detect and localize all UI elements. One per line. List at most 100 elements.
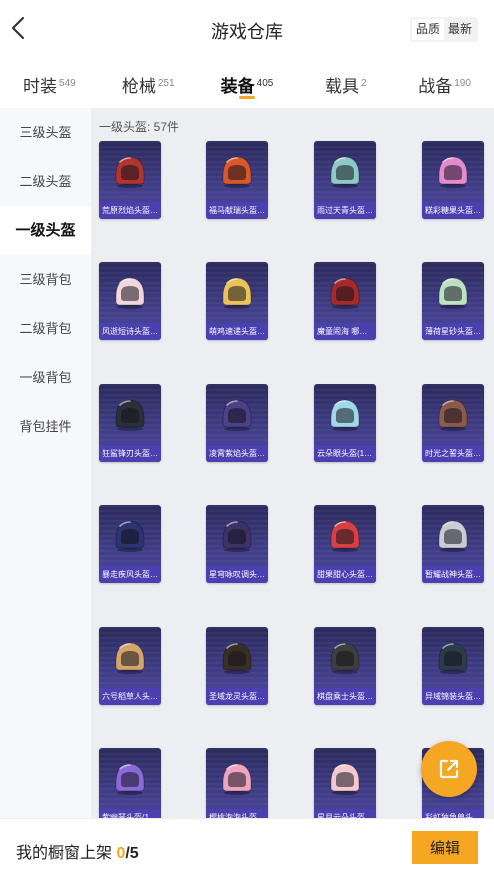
item-card[interactable]: 凌霄紫焰头盔(1级) [206, 383, 268, 462]
item-card[interactable]: 狂鲨锋刃头盔(1级) [99, 383, 161, 462]
tab-count: 2 [361, 77, 367, 89]
helmet-icon [222, 520, 252, 553]
tab-vehicles[interactable]: 载具 2 [296, 58, 395, 108]
showcase-status: 我的橱窗上架 0/5 [16, 839, 139, 863]
sidebar-item-backpack-lv3[interactable]: 三级背包 [0, 255, 91, 304]
helmet-icon [222, 642, 252, 674]
tab-fashion[interactable]: 时装 549 [0, 58, 99, 108]
item-name: 风逝短诗头盔(1级) [99, 323, 161, 341]
tab-label: 枪械 [121, 77, 156, 96]
item-card[interactable]: 棋盘乘士头盔(1级) [314, 626, 376, 705]
helmet-icon [330, 277, 360, 310]
item-name: 异域锦装头盔(1级) [422, 687, 484, 705]
item-card[interactable]: 薄荷星砂头盔(1级) [422, 262, 484, 341]
item-name: 彩虹独角兽头盔(1级) [422, 809, 484, 818]
item-card[interactable]: 风逝短诗头盔(1级) [99, 262, 161, 341]
sidebar-item-helmet-lv3[interactable]: 三级头盔 [0, 108, 91, 157]
item-card[interactable]: 萌鸡速递头盔(1级) [206, 262, 268, 341]
helmet-icon [222, 399, 252, 431]
item-card[interactable]: 六号稻草人头盔(1级) [99, 626, 161, 705]
tab-count: 251 [157, 77, 175, 89]
item-card[interactable]: 魔童闹海 哪吒头盔 [314, 262, 376, 341]
item-card[interactable]: 星月云朵头盔(1级) [314, 748, 376, 818]
helmet-icon [438, 520, 468, 553]
helmet-icon [330, 642, 360, 674]
item-name: 暴走疾风头盔(1级) [99, 566, 161, 584]
item-name: 魔童闹海 哪吒头盔 [314, 323, 376, 341]
item-name: 星月云朵头盔(1级) [314, 809, 376, 818]
tab-count: 190 [454, 77, 471, 89]
item-card[interactable]: 暴走疾风头盔(1级) [99, 505, 161, 584]
item-card[interactable]: 时光之誓头盔(1级) [422, 383, 484, 462]
item-name: 紫幽琴头盔(1级) [99, 809, 161, 818]
helmet-icon [222, 277, 252, 310]
helmet-icon [438, 277, 468, 310]
helmet-icon [115, 642, 145, 674]
helmet-icon [330, 520, 360, 553]
helmet-icon [115, 277, 145, 310]
item-card[interactable]: 圣域龙灵头盔(1级) [206, 626, 268, 705]
item-name: 樱桃泡泡头盔(1级) [206, 809, 268, 818]
item-name: 甜果甜心头盔(1级) [314, 566, 376, 584]
item-grid-panel: 一级头盔: 57件 荒原烈焰头盔(1级) 福马献瑞头盔(1级) 雨过天青头盔(1级)… [91, 108, 494, 818]
tab-label: 装备 [220, 77, 255, 96]
helmet-icon [438, 642, 468, 674]
item-name: 六号稻草人头盔(1级) [99, 687, 161, 705]
item-card[interactable]: 紫幽琴头盔(1级) [99, 748, 161, 818]
helmet-icon [330, 399, 360, 431]
item-name: 荒原烈焰头盔(1级) [99, 202, 161, 219]
item-card[interactable]: 云朵眼头盔(1级) [314, 383, 376, 462]
item-name: 星穹咏叹调头盔(1级) [206, 566, 268, 584]
item-name: 凌霄紫焰头盔(1级) [206, 444, 268, 462]
item-name: 福马献瑞头盔(1级) [206, 202, 268, 219]
item-card[interactable]: 雨过天青头盔(1级) [314, 141, 376, 219]
helmet-icon [438, 156, 468, 188]
tab-count: 405 [256, 77, 274, 89]
share-external-icon [439, 759, 459, 779]
sidebar-item-helmet-lv2[interactable]: 二级头盔 [0, 157, 91, 206]
sort-option-newest[interactable]: 最新 [444, 19, 476, 40]
category-tabs: 时装 549 枪械 251 装备 405 载具 2 战备 190 [0, 58, 494, 108]
active-tab-indicator [238, 96, 255, 99]
helmet-icon [222, 763, 252, 795]
item-card[interactable]: 荒原烈焰头盔(1级) [99, 141, 161, 219]
item-card[interactable]: 福马献瑞头盔(1级) [206, 141, 268, 219]
item-card[interactable]: 星穹咏叹调头盔(1级) [206, 505, 268, 584]
header: 游戏仓库 品质 最新 [0, 0, 494, 58]
tab-label: 载具 [325, 77, 359, 96]
helmet-icon [115, 520, 145, 553]
showcase-total: /5 [125, 845, 139, 862]
item-card[interactable]: 暂耀战神头盔(1级) [422, 505, 484, 584]
item-card[interactable]: 糕彩糖果头盔(1级) [422, 141, 484, 219]
tab-weapons[interactable]: 枪械 251 [99, 58, 198, 108]
item-name: 暂耀战神头盔(1级) [422, 566, 484, 584]
footer-bar: 我的橱窗上架 0/5 编辑 [0, 818, 494, 875]
sidebar-item-backpack-charm[interactable]: 背包挂件 [0, 402, 91, 451]
section-label: 一级头盔: 57件 [99, 120, 180, 134]
item-card[interactable]: 甜果甜心头盔(1级) [314, 505, 376, 584]
sidebar-item-backpack-lv1[interactable]: 一级背包 [0, 353, 91, 402]
showcase-label: 我的橱窗上架 [16, 845, 117, 862]
item-card[interactable]: 异域锦装头盔(1级) [422, 626, 484, 705]
item-name: 雨过天青头盔(1级) [314, 202, 376, 219]
item-name: 时光之誓头盔(1级) [422, 444, 484, 462]
sidebar-item-helmet-lv1[interactable]: 一级头盔 [0, 206, 91, 255]
tab-equipment[interactable]: 装备 405 [198, 58, 297, 108]
sort-option-quality[interactable]: 品质 [411, 19, 444, 40]
sidebar-item-backpack-lv2[interactable]: 二级背包 [0, 304, 91, 353]
share-button[interactable] [421, 741, 477, 797]
tab-tactical[interactable]: 战备 190 [395, 58, 494, 108]
item-card[interactable]: 樱桃泡泡头盔(1级) [206, 748, 268, 818]
helmet-icon [330, 156, 360, 188]
helmet-icon [115, 763, 145, 795]
item-name: 萌鸡速递头盔(1级) [206, 323, 268, 341]
tab-label: 时装 [23, 77, 58, 96]
tab-count: 549 [59, 77, 76, 89]
edit-button[interactable]: 编辑 [412, 831, 478, 864]
helmet-icon [330, 763, 360, 795]
item-name: 糕彩糖果头盔(1级) [422, 202, 484, 219]
item-name: 圣域龙灵头盔(1级) [206, 687, 268, 705]
helmet-icon [115, 399, 145, 431]
item-name: 薄荷星砂头盔(1级) [422, 323, 484, 341]
item-name: 狂鲨锋刃头盔(1级) [99, 444, 161, 462]
